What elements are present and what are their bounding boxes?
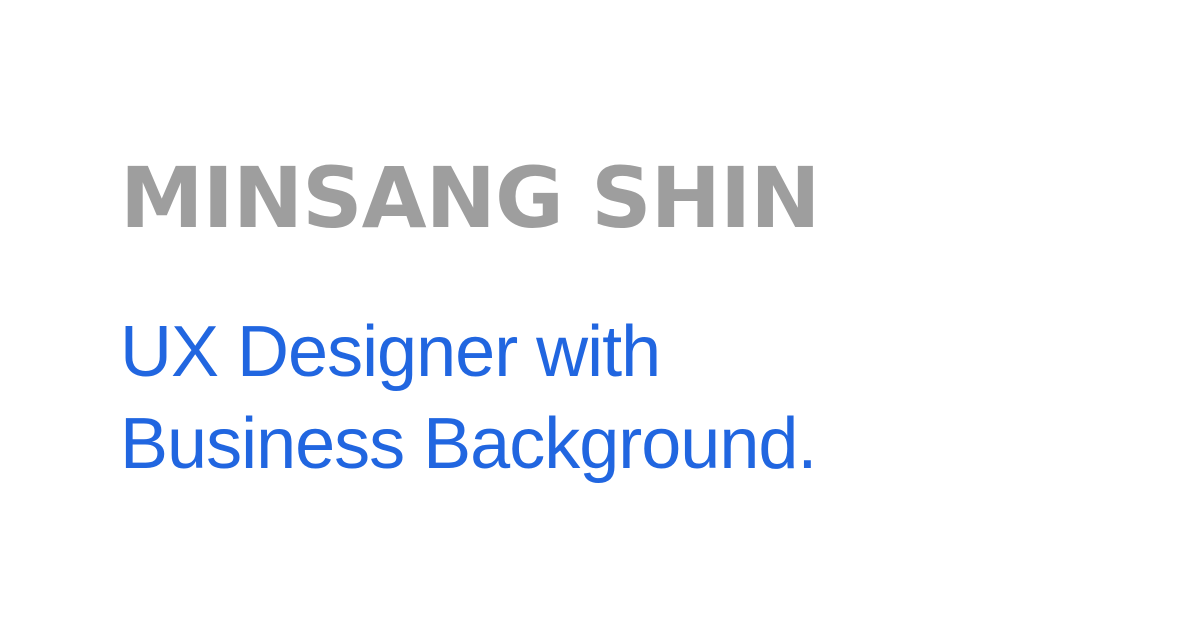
profile-tagline: UX Designer with Business Background. xyxy=(120,306,817,490)
tagline-line-2: Business Background. xyxy=(120,404,817,484)
profile-card: MINSANG SHIN UX Designer with Business B… xyxy=(0,0,1200,630)
tagline-line-1: UX Designer with xyxy=(120,312,661,392)
profile-name: MINSANG SHIN xyxy=(120,149,820,247)
